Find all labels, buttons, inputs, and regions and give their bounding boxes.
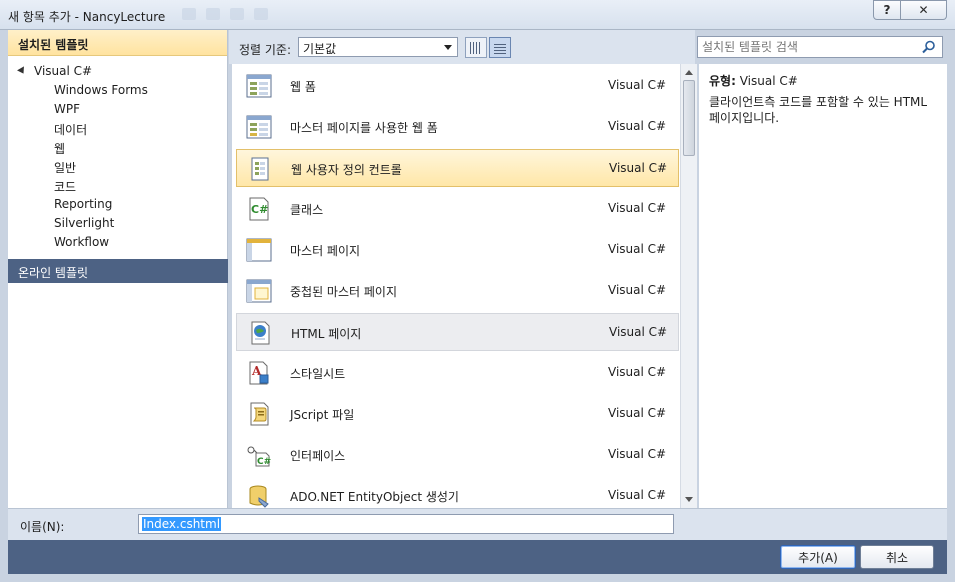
template-list: 웹 폼 Visual C# 마스터 페이지를 사용한 웹 폼 Visual C#… (232, 64, 680, 508)
template-name: HTML 페이지 (291, 327, 362, 341)
template-row-selected[interactable]: 웹 사용자 정의 컨트롤 Visual C# (236, 149, 679, 187)
template-language: Visual C# (609, 161, 668, 175)
tree-node-label: Visual C# (34, 64, 93, 78)
template-language: Visual C# (608, 283, 667, 297)
name-bar: 이름(N): Index.cshtml (8, 508, 947, 540)
template-language: Visual C# (608, 242, 667, 256)
faint-toolbar-icon (230, 8, 244, 20)
template-row[interactable]: 중첩된 마스터 페이지 Visual C# (236, 272, 679, 310)
faint-toolbar-icon (182, 8, 196, 20)
svg-text:C#: C# (251, 203, 268, 216)
tree-node-web[interactable]: 웹 (54, 140, 65, 157)
expand-triangle-icon[interactable] (17, 66, 27, 76)
template-search-box[interactable] (697, 36, 943, 58)
name-input[interactable]: Index.cshtml (138, 514, 674, 534)
template-name: 웹 사용자 정의 컨트롤 (291, 163, 402, 177)
template-row[interactable]: 웹 폼 Visual C# (236, 67, 679, 105)
tree-node-code[interactable]: 코드 (54, 178, 76, 195)
template-language: Visual C# (608, 406, 667, 420)
sort-toolbar: 정렬 기준: 기본값 (229, 30, 695, 64)
tree-node-windows-forms[interactable]: Windows Forms (54, 83, 148, 97)
name-label: 이름(N): (20, 520, 65, 534)
details-view-button[interactable] (489, 37, 511, 58)
title-bar: 새 항목 추가 - NancyLecture ? ✕ (0, 0, 955, 30)
template-list-scrollbar[interactable] (680, 64, 697, 508)
type-label: 유형: (709, 74, 736, 88)
template-name: 스타일시트 (290, 367, 346, 381)
tree-node-general[interactable]: 일반 (54, 159, 76, 176)
add-button[interactable]: 추가(A) (780, 545, 856, 569)
small-icons-view-icon (470, 41, 482, 54)
template-row[interactable]: A 스타일시트 Visual C# (236, 354, 679, 392)
tree-node-wpf[interactable]: WPF (54, 102, 80, 116)
tree-node-reporting[interactable]: Reporting (54, 197, 112, 211)
close-button[interactable]: ✕ (901, 0, 947, 20)
jscript-file-icon (250, 402, 269, 426)
scroll-up-arrow-icon[interactable] (685, 70, 693, 75)
faint-toolbar-icon (206, 8, 220, 20)
name-input-value: Index.cshtml (142, 517, 222, 531)
master-page-icon (246, 238, 272, 262)
template-description: 클라이언트측 코드를 포함할 수 있는 HTML 페이지입니다. (709, 95, 928, 125)
web-form-icon (246, 74, 272, 98)
tree-node-silverlight[interactable]: Silverlight (54, 216, 114, 230)
template-row[interactable]: C# 클래스 Visual C# (236, 190, 679, 228)
faint-toolbar-icon (254, 8, 268, 20)
template-name: 웹 폼 (290, 80, 316, 94)
template-row[interactable]: JScript 파일 Visual C# (236, 395, 679, 433)
sort-dropdown[interactable]: 기본값 (298, 37, 458, 57)
template-language: Visual C# (608, 78, 667, 92)
template-name: 마스터 페이지 (290, 244, 361, 258)
sort-dropdown-value: 기본값 (303, 42, 337, 56)
template-language: Visual C# (608, 119, 667, 133)
cancel-button[interactable]: 취소 (860, 545, 934, 569)
template-name: ADO.NET EntityObject 생성기 (290, 490, 459, 504)
template-name: 마스터 페이지를 사용한 웹 폼 (290, 121, 438, 135)
template-search-input[interactable] (702, 39, 914, 55)
scroll-down-arrow-icon[interactable] (685, 497, 693, 502)
tree-node-data[interactable]: 데이터 (54, 121, 87, 138)
sort-label: 정렬 기준: (239, 43, 292, 57)
dialog-footer: 추가(A) 취소 (8, 540, 947, 574)
template-row[interactable]: C# 인터페이스 Visual C# (236, 436, 679, 474)
user-control-icon (251, 157, 269, 181)
scroll-thumb[interactable] (683, 80, 695, 156)
web-form-master-icon (246, 115, 272, 139)
html-page-icon (251, 321, 270, 345)
window-title: 새 항목 추가 - NancyLecture (8, 10, 166, 24)
help-button[interactable]: ? (873, 0, 901, 20)
tree-node-workflow[interactable]: Workflow (54, 235, 109, 249)
online-templates-header[interactable]: 온라인 템플릿 (8, 259, 228, 283)
entityobject-generator-icon (249, 485, 269, 508)
template-language: Visual C# (609, 325, 668, 339)
template-category-pane: 설치된 템플릿 Visual C# Windows Forms WPF 데이터 … (8, 30, 228, 508)
template-row-hover[interactable]: HTML 페이지 Visual C# (236, 313, 679, 351)
svg-text:C#: C# (257, 457, 271, 467)
template-row[interactable]: 마스터 페이지를 사용한 웹 폼 Visual C# (236, 108, 679, 146)
template-name: 클래스 (290, 203, 324, 217)
template-name: 중첩된 마스터 페이지 (290, 285, 397, 299)
template-language: Visual C# (608, 365, 667, 379)
interface-icon: C# (247, 446, 271, 467)
template-language: Visual C# (608, 201, 667, 215)
stylesheet-icon: A (249, 361, 269, 385)
template-name: 인터페이스 (290, 449, 346, 463)
details-view-icon (494, 41, 506, 54)
nested-master-icon (246, 279, 272, 303)
class-icon: C# (249, 197, 269, 221)
small-icons-view-button[interactable] (465, 37, 487, 58)
template-name: JScript 파일 (290, 408, 355, 422)
template-row[interactable]: ADO.NET EntityObject 생성기 Visual C# (236, 477, 679, 508)
search-icon[interactable] (922, 40, 936, 54)
template-type: 유형: Visual C# (709, 72, 798, 89)
tree-node-visual-csharp[interactable]: Visual C# (17, 64, 93, 78)
dropdown-arrow-icon (444, 45, 452, 50)
template-row[interactable]: 마스터 페이지 Visual C# (236, 231, 679, 269)
template-language: Visual C# (608, 488, 667, 502)
type-value: Visual C# (739, 74, 798, 88)
template-info-pane: 유형: Visual C# 클라이언트측 코드를 포함할 수 있는 HTML 페… (699, 64, 947, 508)
template-language: Visual C# (608, 447, 667, 461)
installed-templates-header[interactable]: 설치된 템플릿 (8, 30, 227, 56)
